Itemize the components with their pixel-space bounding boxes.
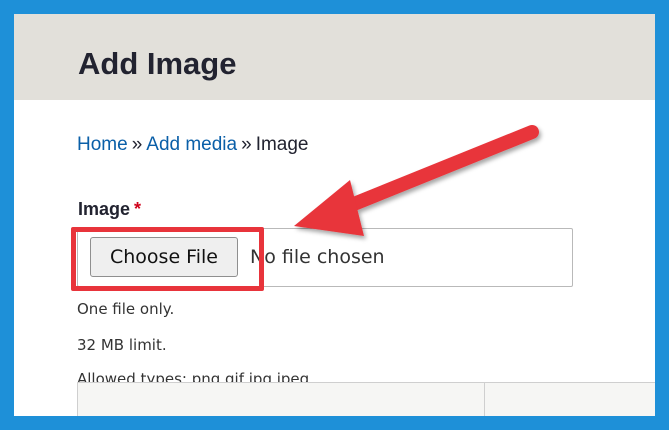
- screenshot-frame: Add Image Home» Add media» Image Image * Ch…: [14, 14, 655, 416]
- arrow-pointing-left-icon: [294, 125, 539, 236]
